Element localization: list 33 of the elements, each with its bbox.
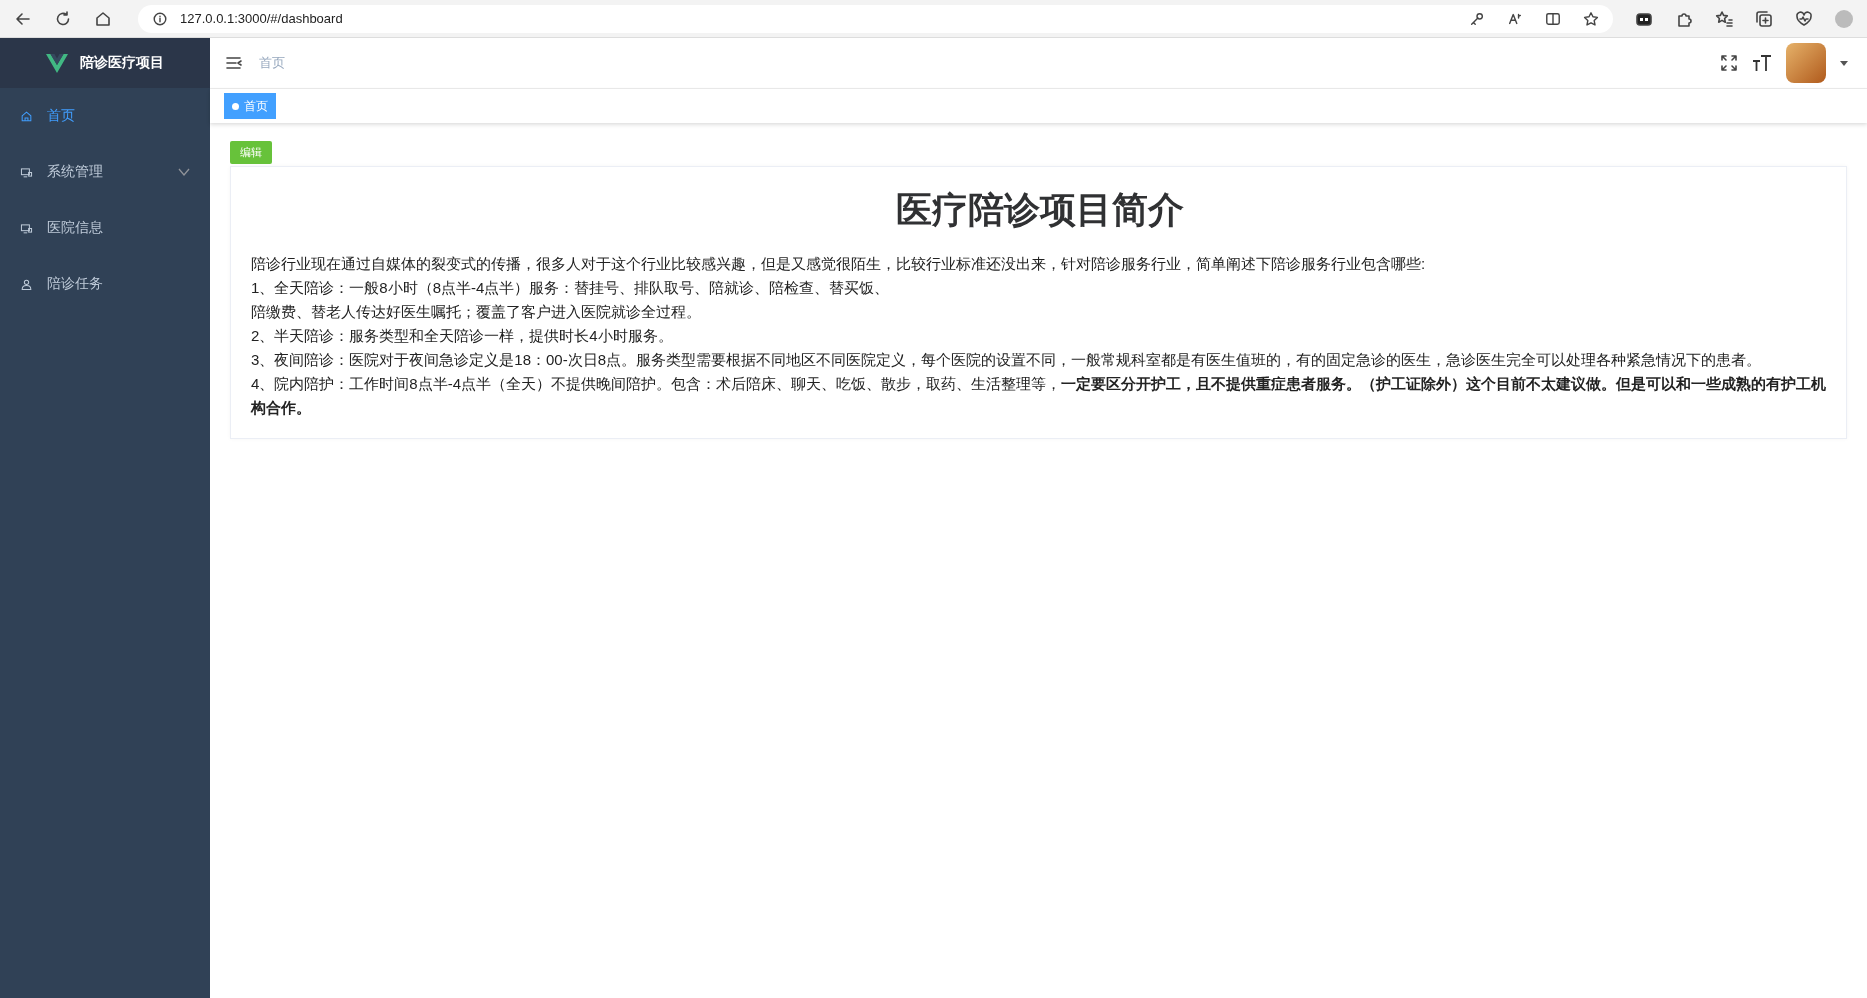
sidebar-item[interactable]: 陪诊任务 (0, 256, 210, 312)
key-icon[interactable] (1469, 10, 1485, 27)
paragraph: 陪诊行业现在通过自媒体的裂变式的传播，很多人对于这个行业比较感兴趣，但是又感觉很陌生，比较行业标准还没出来，针对陪诊服务行业，简单阐述下陪诊服务行业包含哪些: (251, 253, 1427, 274)
sidebar-item[interactable]: 首页 (0, 88, 210, 144)
fullscreen-icon[interactable] (1720, 54, 1738, 72)
paragraph: 3、夜间陪诊：医院对于夜间急诊定义是18：00-次日8点。服务类型需要根据不同地区不同医院定义，每个医院的设置不同，一般常规科室都是有医生值班的，有的固定急诊的医生，急诊医生完全可以处理各种紧急情况下的患者。 (251, 349, 1763, 370)
home-icon (20, 109, 33, 123)
paragraph: 2、半天陪诊：服务类型和全天陪诊一样，提供时长4小时服务。 (251, 325, 674, 346)
person-icon (20, 277, 33, 291)
home-icon[interactable] (94, 9, 112, 28)
paragraph: 1、全天陪诊：一般8小时（8点半-4点半）服务：替挂号、排队取号、陪就诊、陪检查、替买饭、 (251, 277, 891, 298)
split-screen-icon[interactable] (1545, 10, 1561, 27)
favorites-icon[interactable] (1715, 9, 1733, 28)
paragraph: 4、院内陪护：工作时间8点半-4点半（全天）不提供晚间陪护。包含：术后陪床、聊天、吃饭、散步，取药、生活整理等，一定要区分开护工，且不提供重症患者服务。（护工证除外）这个目前不太建议做。但是可以和一些成熟的有护工机构合作。 (251, 373, 1828, 418)
star-icon[interactable] (1583, 10, 1599, 27)
address-bar[interactable]: 127.0.0.1:3000/#/dashboard (138, 4, 1613, 33)
collections-icon[interactable] (1755, 9, 1773, 28)
performance-icon[interactable] (1795, 9, 1813, 28)
monitor-icon (20, 165, 33, 179)
article-title: 医疗陪诊项目简介 (894, 188, 1185, 232)
logo-icon (46, 53, 68, 73)
info-icon (152, 10, 168, 27)
app-title: 陪诊医疗项目 (80, 54, 164, 72)
url-text: 127.0.0.1:3000/#/dashboard (180, 11, 344, 26)
caret-icon[interactable] (1840, 60, 1848, 66)
font-size-icon[interactable] (1752, 54, 1772, 72)
monitor-icon (20, 221, 33, 235)
menu-icon[interactable] (225, 54, 243, 72)
paragraph: 陪缴费、替老人传达好医生嘱托；覆盖了客户进入医院就诊全过程。 (251, 301, 702, 322)
sidebar-item[interactable]: 医院信息 (0, 200, 210, 256)
sidebar-item[interactable]: 系统管理 (0, 144, 210, 200)
refresh-icon[interactable] (54, 9, 72, 28)
avatar-photo-placeholder[interactable] (1786, 43, 1826, 83)
